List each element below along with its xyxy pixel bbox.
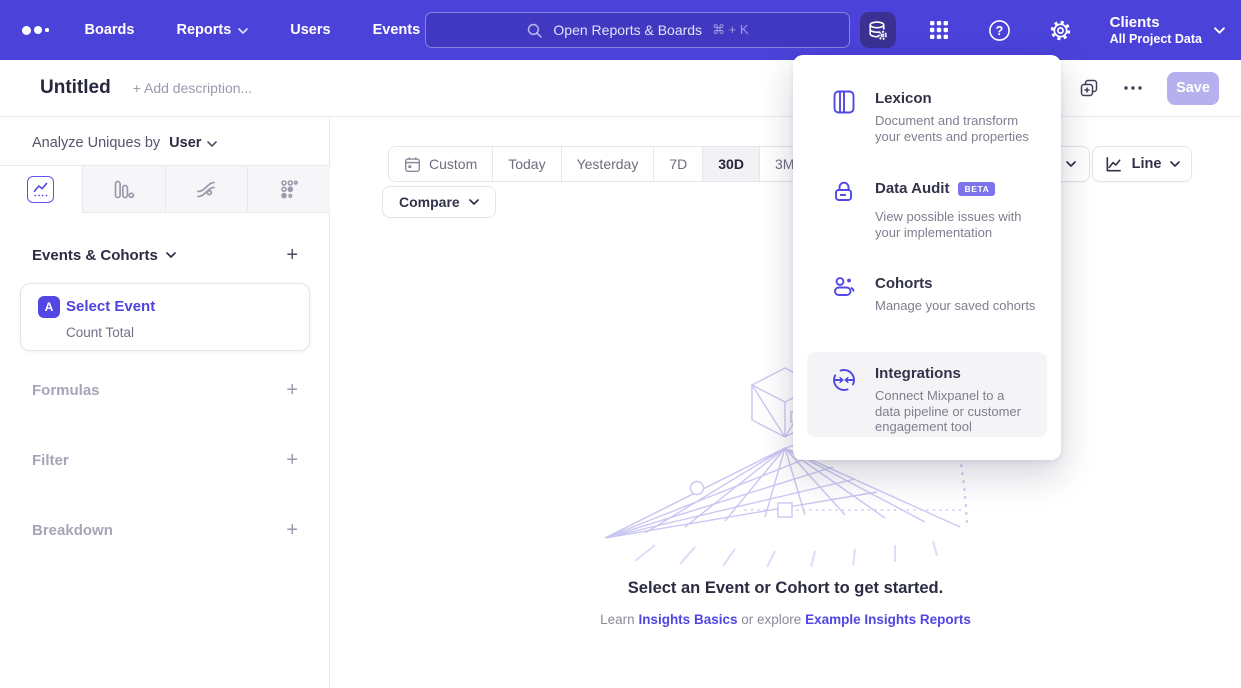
report-description-field[interactable]: + Add description... [133, 80, 252, 96]
flow-icon [194, 177, 218, 201]
integrations-sync-icon [831, 367, 857, 393]
save-button[interactable]: Save [1167, 72, 1219, 105]
svg-text:?: ? [996, 23, 1004, 37]
query-builder-sidebar: Analyze Uniques by User [0, 117, 330, 688]
lexicon-book-icon [831, 89, 857, 115]
tab-bar-chart[interactable] [82, 166, 165, 213]
line-chart-icon [1104, 155, 1123, 174]
gear-icon [1049, 19, 1072, 42]
range-today[interactable]: Today [492, 147, 560, 181]
primary-nav: Boards Reports Users Events [85, 22, 421, 38]
chevron-down-icon [1170, 161, 1180, 167]
report-canvas: Custom Today Yesterday 7D 30D 3M 6M Comp… [330, 117, 1241, 688]
project-scope: All Project Data [1110, 32, 1202, 47]
scatter-icon [278, 178, 301, 201]
menu-item-cohorts[interactable]: Cohorts Manage your saved cohorts [793, 274, 1061, 314]
count-total-label[interactable]: Count Total [66, 325, 134, 340]
duplicate-icon [1079, 78, 1099, 98]
project-name: Clients [1110, 14, 1202, 32]
add-event-button[interactable]: + [286, 245, 298, 265]
analyze-uniques-selector[interactable]: Analyze Uniques by User [32, 131, 217, 155]
project-selector[interactable]: Clients All Project Data [1110, 14, 1225, 47]
empty-state-subtitle: Learn Insights Basics or explore Example… [330, 612, 1241, 627]
example-reports-link[interactable]: Example Insights Reports [805, 612, 971, 627]
range-30d[interactable]: 30D [702, 147, 759, 181]
compare-dropdown[interactable]: Compare [382, 186, 496, 218]
add-formula-button[interactable]: + [286, 380, 298, 400]
breakdown-header: Breakdown [32, 522, 113, 539]
range-7d[interactable]: 7D [653, 147, 702, 181]
events-cohorts-section: Events & Cohorts + [0, 244, 330, 266]
chevron-down-icon [1066, 161, 1076, 167]
formulas-header: Formulas [32, 382, 100, 399]
nav-item-boards[interactable]: Boards [85, 22, 135, 38]
date-range-control: Custom Today Yesterday 7D 30D 3M 6M [388, 146, 861, 182]
apps-grid-button[interactable] [921, 12, 957, 48]
chevron-down-icon [469, 199, 479, 205]
analyze-label: Analyze Uniques by [32, 135, 160, 151]
mixpanel-logo-icon[interactable] [22, 26, 49, 35]
data-management-menu: Lexicon Document and transform your even… [793, 55, 1061, 460]
cohorts-people-icon [831, 274, 857, 300]
empty-state-title: Select an Event or Cohort to get started… [330, 579, 1241, 598]
tab-flow-chart[interactable] [165, 166, 248, 213]
event-letter-badge: A [38, 296, 60, 318]
data-management-button[interactable] [860, 12, 896, 48]
database-gear-icon [866, 19, 889, 42]
add-breakdown-button[interactable]: + [286, 520, 298, 540]
tab-scatter-chart[interactable] [247, 166, 330, 213]
lock-audit-icon [831, 179, 857, 205]
beta-badge: BETA [958, 182, 995, 197]
menu-item-data-audit[interactable]: Data AuditBETA View possible issues with… [793, 179, 1061, 240]
nav-item-events[interactable]: Events [373, 22, 421, 38]
search-placeholder: Open Reports & Boards [553, 22, 702, 38]
report-title[interactable]: Untitled [40, 77, 111, 99]
filter-header: Filter [32, 452, 69, 469]
menu-item-lexicon[interactable]: Lexicon Document and transform your even… [793, 89, 1061, 144]
help-icon: ? [988, 19, 1011, 42]
nav-item-reports[interactable]: Reports [176, 22, 248, 38]
select-event-card[interactable]: A Select Event Count Total [20, 283, 310, 351]
settings-button[interactable] [1043, 12, 1079, 48]
bar-chart-icon [112, 178, 135, 201]
search-shortcut: ⌘ + K [712, 22, 749, 38]
formulas-section: Formulas + [0, 379, 330, 401]
nav-right-cluster: ? Clients All Project Data [860, 0, 1225, 60]
insights-basics-link[interactable]: Insights Basics [638, 612, 737, 627]
tab-insights-line[interactable] [0, 166, 82, 213]
calendar-icon [404, 156, 421, 173]
menu-item-integrations[interactable]: Integrations Connect Mixpanel to a data … [807, 352, 1047, 437]
line-chart-tab-icon [27, 176, 54, 203]
global-search-input[interactable]: Open Reports & Boards ⌘ + K [425, 12, 850, 48]
chart-type-dropdown[interactable]: Line [1092, 146, 1192, 182]
help-button[interactable]: ? [982, 12, 1018, 48]
filter-section: Filter + [0, 449, 330, 471]
breakdown-section: Breakdown + [0, 519, 330, 541]
analyze-value: User [169, 135, 201, 151]
chevron-down-icon [238, 28, 248, 34]
events-cohorts-header[interactable]: Events & Cohorts [32, 247, 176, 264]
more-options-button[interactable] [1123, 85, 1143, 91]
select-event-label: Select Event [66, 298, 155, 315]
chevron-down-icon [1214, 27, 1225, 34]
chart-type-tabs [0, 165, 330, 213]
range-custom[interactable]: Custom [389, 147, 492, 181]
nav-item-users[interactable]: Users [290, 22, 330, 38]
ellipsis-icon [1123, 85, 1143, 91]
chevron-down-icon [166, 252, 176, 258]
top-nav: Boards Reports Users Events Open Reports… [0, 0, 1241, 60]
search-icon [526, 22, 543, 39]
apps-grid-icon [928, 19, 950, 41]
add-filter-button[interactable]: + [286, 450, 298, 470]
chevron-down-icon [207, 141, 217, 147]
duplicate-report-button[interactable] [1079, 78, 1099, 98]
range-yesterday[interactable]: Yesterday [561, 147, 654, 181]
